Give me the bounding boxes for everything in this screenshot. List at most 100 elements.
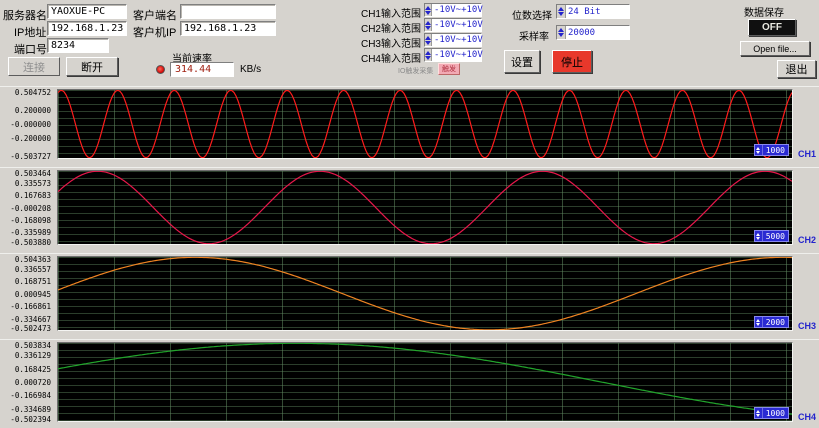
scroll-spinner-ch4[interactable]: 1000 (753, 407, 789, 419)
y-tick-label: 0.503834 (14, 341, 51, 350)
server-ip-label: IP地址 (14, 27, 47, 39)
channel-label-ch1: CH1 (797, 149, 816, 159)
chart-ch2: 0.503464 0.335573 0.167683 -0.000208 -0.1680… (0, 167, 819, 251)
ch4-range-label: CH4输入范围 (360, 54, 421, 65)
client-ip-input[interactable] (180, 21, 276, 36)
waveform-plot-ch4: 1000 (57, 342, 793, 422)
connect-button[interactable]: 连接 (8, 57, 60, 76)
waveform-plot-ch2: 5000 (57, 170, 793, 245)
y-tick-label: -0.503880 (10, 238, 51, 247)
bits-value: 24 Bit (568, 6, 601, 17)
channel-label-ch3: CH3 (797, 321, 816, 331)
port-label: 端口号 (14, 44, 47, 56)
sample-rate-select[interactable]: 20000 (556, 25, 630, 40)
io-trigger-label: IO触发采集 (398, 68, 434, 75)
y-tick-label: -0.000208 (10, 203, 51, 213)
scroll-value: 1000 (765, 408, 785, 418)
waveform-plot-ch1: 1000 (57, 89, 793, 159)
y-axis-labels: 0.503834 0.336129 0.168425 0.000720 -0.16698… (0, 341, 54, 424)
server-name-input[interactable] (47, 4, 127, 19)
y-tick-label: 0.000945 (14, 289, 51, 299)
y-tick-label: 0.168425 (14, 364, 51, 374)
ch1-range-value: -10V~+10V (434, 5, 483, 15)
y-tick-label: 0.503464 (14, 169, 51, 178)
y-axis-labels: 0.504363 0.336557 0.168751 0.000945 -0.16686… (0, 255, 54, 333)
port-input[interactable] (47, 38, 109, 53)
waveform-ch4 (58, 343, 792, 415)
scroll-value: 5000 (765, 231, 785, 241)
client-name-label: 客户端名 (133, 10, 177, 22)
ch3-range-select[interactable]: -10V~+10V (424, 33, 483, 47)
y-tick-label: 0.335573 (14, 178, 51, 188)
waveform-plot-ch3: 2000 (57, 256, 793, 331)
bits-select[interactable]: 24 Bit (556, 4, 630, 19)
ch3-range-label: CH3输入范围 (360, 39, 421, 50)
ch2-range-select[interactable]: -10V~+10V (424, 18, 483, 32)
y-tick-label: 0.504363 (14, 255, 51, 264)
spinner-icon[interactable] (754, 145, 763, 155)
open-file-button[interactable]: Open file... (740, 41, 810, 56)
data-save-label: 数据保存 (744, 8, 784, 19)
y-tick-label: -0.166984 (10, 391, 51, 401)
io-trigger-button[interactable]: 触发 (438, 63, 460, 75)
spinner-icon[interactable] (425, 19, 432, 31)
scroll-value: 2000 (765, 317, 785, 327)
waveform-ch2 (58, 171, 792, 244)
ch4-range-select[interactable]: -10V~+10V (424, 48, 483, 62)
y-tick-label: -0.200000 (10, 133, 51, 143)
y-tick-label: -0.502394 (10, 415, 51, 424)
client-name-input[interactable] (180, 4, 276, 19)
scroll-spinner-ch1[interactable]: 1000 (753, 144, 789, 156)
disconnect-button[interactable]: 断开 (66, 57, 118, 76)
y-tick-label: -0.166861 (10, 302, 51, 311)
sample-rate-label: 采样率 (519, 32, 549, 43)
rate-unit-label: KB/s (240, 64, 262, 75)
server-name-label: 服务器名 (3, 10, 47, 22)
chart-ch1: 0.504752 0.200000 -0.000000 -0.200000 -0.503… (0, 86, 819, 165)
y-tick-label: 0.336557 (14, 264, 51, 274)
spinner-icon[interactable] (754, 231, 763, 241)
spinner-icon[interactable] (557, 5, 566, 18)
spinner-icon[interactable] (754, 317, 763, 327)
y-tick-label: 0.504752 (14, 88, 51, 97)
y-tick-label: -0.502473 (10, 324, 51, 333)
app-window: 服务器名 IP地址 端口号 客户端名 客户机IP 连接 断开 当前速率 314.… (0, 0, 819, 428)
chart-ch3: 0.504363 0.336557 0.168751 0.000945 -0.16686… (0, 253, 819, 337)
spinner-icon[interactable] (425, 34, 432, 46)
y-axis-labels: 0.504752 0.200000 -0.000000 -0.200000 -0.503… (0, 88, 54, 161)
client-ip-label: 客户机IP (133, 27, 177, 39)
bits-label: 位数选择 (512, 11, 552, 22)
channel-label-ch4: CH4 (797, 412, 816, 422)
rate-value: 314.44 (170, 62, 234, 77)
y-tick-label: -0.334667 (10, 314, 51, 324)
y-tick-label: 0.200000 (14, 106, 51, 116)
spinner-icon[interactable] (754, 408, 763, 418)
scroll-value: 1000 (765, 145, 785, 155)
exit-button[interactable]: 退出 (777, 60, 816, 78)
spinner-icon[interactable] (557, 26, 566, 39)
ch2-range-label: CH2输入范围 (360, 24, 421, 35)
ch3-range-value: -10V~+10V (434, 35, 483, 45)
ch1-range-select[interactable]: -10V~+10V (424, 3, 483, 17)
ch4-range-value: -10V~+10V (434, 50, 483, 60)
ch2-range-value: -10V~+10V (434, 20, 483, 30)
scroll-spinner-ch2[interactable]: 5000 (753, 230, 789, 242)
spinner-icon[interactable] (425, 4, 432, 16)
y-tick-label: 0.167683 (14, 190, 51, 200)
y-tick-label: -0.168098 (10, 215, 51, 225)
stop-button[interactable]: 停止 (552, 50, 592, 73)
server-ip-input[interactable] (47, 21, 127, 36)
settings-button[interactable]: 设置 (504, 50, 540, 73)
channel-label-ch2: CH2 (797, 235, 816, 245)
y-tick-label: -0.503727 (10, 152, 51, 161)
sample-rate-value: 20000 (568, 27, 596, 38)
ch1-range-label: CH1输入范围 (360, 9, 421, 20)
waveform-ch1 (58, 90, 792, 158)
y-tick-label: 0.168751 (14, 277, 51, 286)
y-tick-label: 0.000720 (14, 378, 51, 387)
rate-led-indicator (156, 65, 165, 74)
data-save-toggle[interactable]: OFF (748, 19, 796, 36)
spinner-icon[interactable] (425, 49, 432, 61)
scroll-spinner-ch3[interactable]: 2000 (753, 316, 789, 328)
y-tick-label: -0.335989 (10, 228, 51, 238)
